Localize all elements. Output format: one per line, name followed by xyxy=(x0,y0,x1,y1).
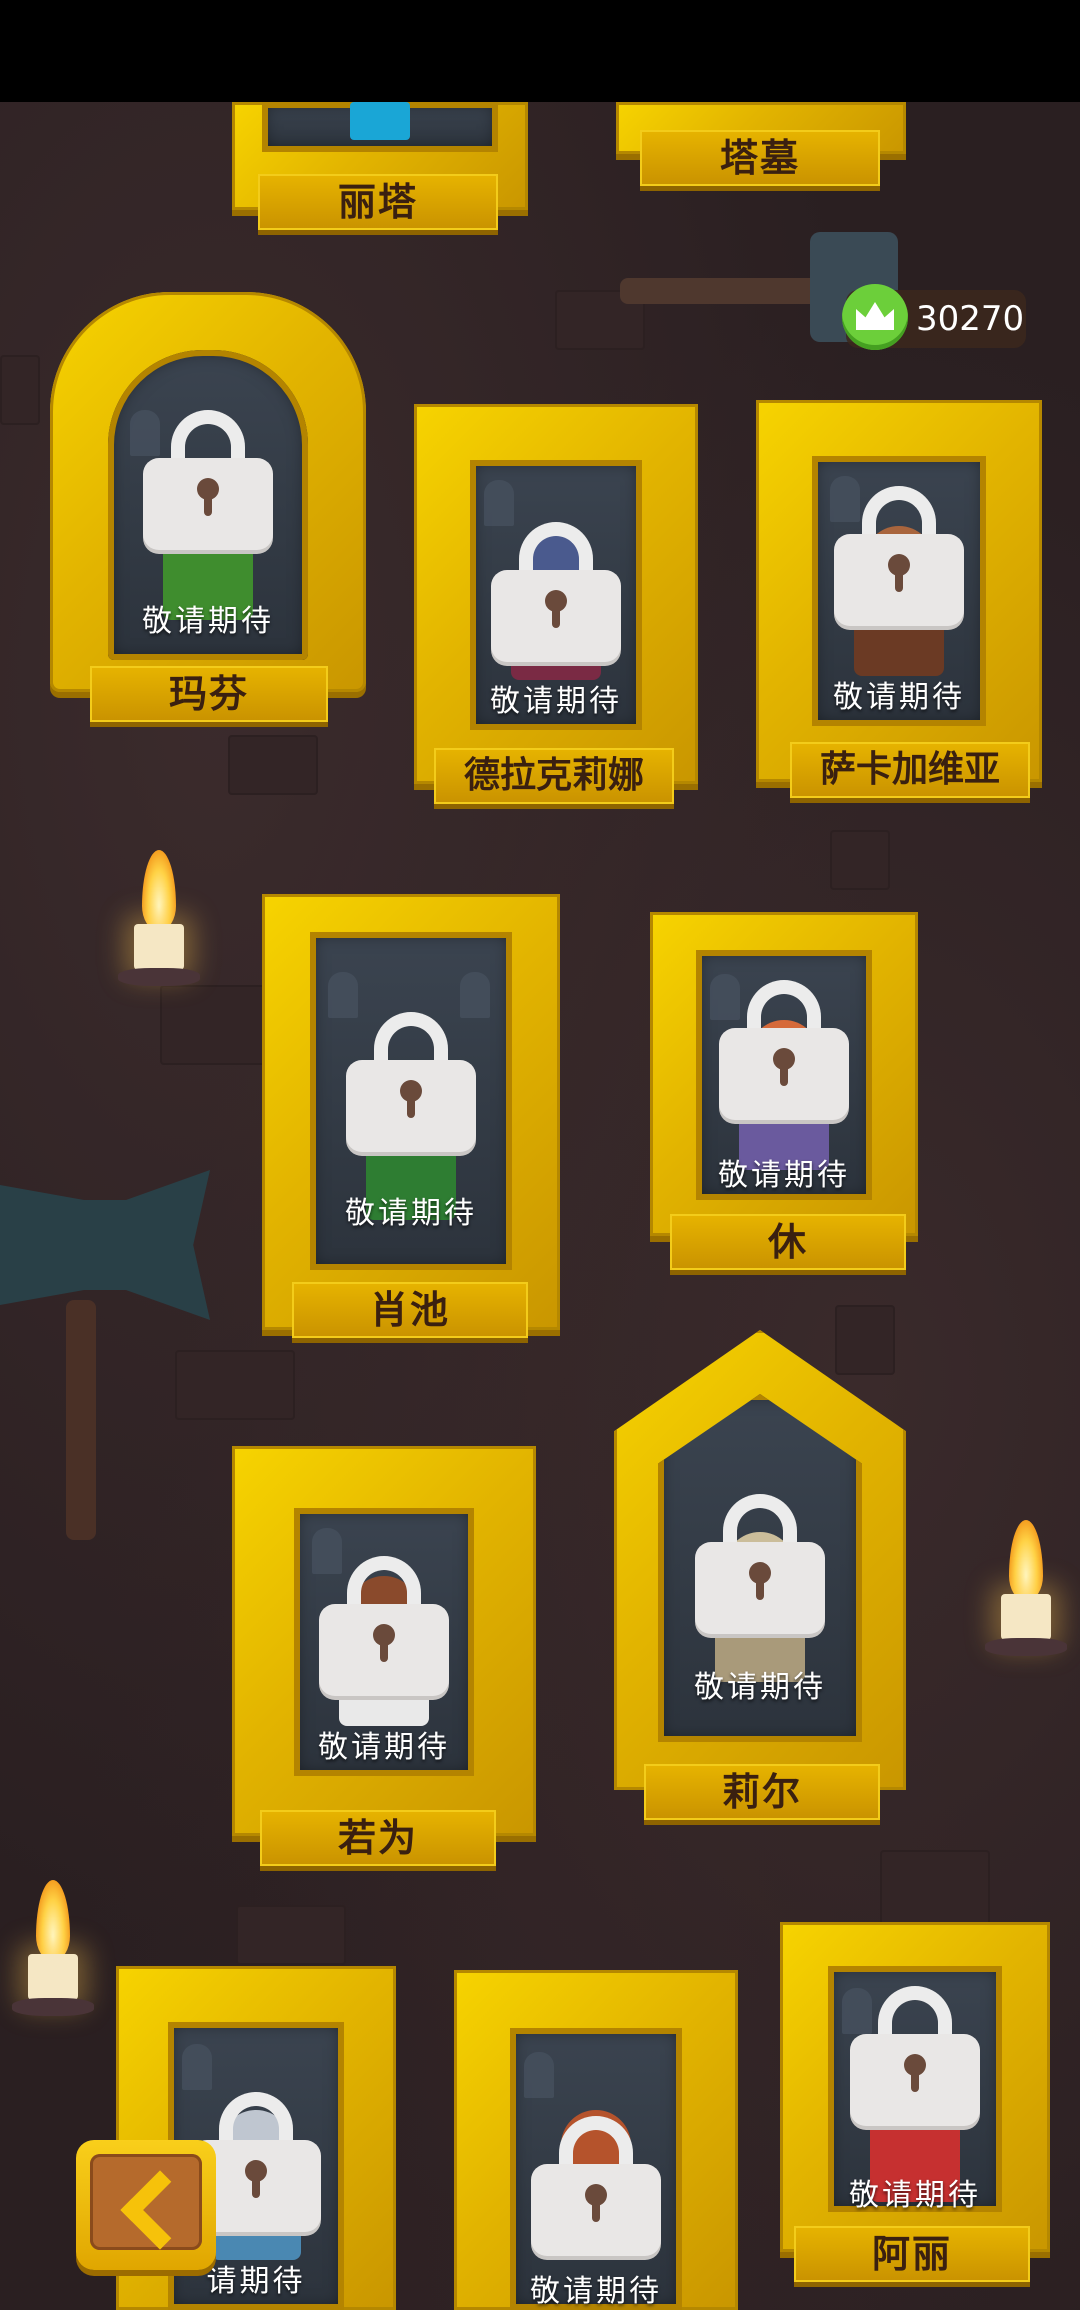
wall-brick xyxy=(236,1905,346,1965)
coming-soon-label: 敬请期待 xyxy=(345,1196,477,1231)
candle-icon xyxy=(985,1520,1067,1690)
lock-icon xyxy=(695,1494,825,1634)
portrait-mafen[interactable]: 敬请期待 xyxy=(50,292,366,692)
wall-brick xyxy=(0,355,40,425)
crown-icon xyxy=(842,284,908,350)
portrait-name: 阿丽 xyxy=(794,2226,1030,2282)
portrait-name: 德拉克莉娜 xyxy=(434,748,674,804)
coming-soon-label: 敬请期待 xyxy=(490,684,622,719)
portrait-bottom-middle[interactable]: 敬请期待 xyxy=(454,1970,738,2310)
wall-brick xyxy=(880,1850,990,1930)
portrait-name: 丽塔 xyxy=(258,174,498,230)
coming-soon-label: 敬请期待 xyxy=(530,2274,662,2309)
back-button[interactable] xyxy=(76,2140,216,2270)
lock-icon xyxy=(346,1012,476,1152)
chevron-left-icon xyxy=(120,2170,200,2250)
portrait-ali[interactable]: 敬请期待 xyxy=(780,1922,1050,2252)
lock-icon xyxy=(834,486,964,626)
portrait-ruowei[interactable]: 敬请期待 xyxy=(232,1446,536,1836)
currency-counter: 30270 xyxy=(842,284,1026,350)
lock-icon xyxy=(850,1986,980,2126)
portrait-name: 休 xyxy=(670,1214,906,1270)
portrait-lier[interactable]: 敬请期待 xyxy=(614,1330,906,1790)
portrait-name: 肖池 xyxy=(292,1282,528,1338)
axe-decoration xyxy=(0,1170,220,1550)
coming-soon-label: 敬请期待 xyxy=(694,1670,826,1705)
portrait-name: 萨卡加维亚 xyxy=(790,742,1030,798)
coming-soon-label: 敬请期待 xyxy=(142,604,274,639)
portrait-name: 玛芬 xyxy=(90,666,328,722)
coming-soon-label: 敬请期待 xyxy=(833,680,965,715)
portrait-delakelina[interactable]: 敬请期待 xyxy=(414,404,698,784)
currency-value: 30270 xyxy=(916,299,1025,339)
coming-soon-label: 敬请期待 xyxy=(849,2178,981,2212)
wall-brick xyxy=(830,830,890,890)
wall-brick xyxy=(228,735,318,795)
lock-icon xyxy=(491,522,621,662)
candle-icon xyxy=(118,850,200,1020)
lock-icon xyxy=(531,2116,661,2256)
portrait-name: 若为 xyxy=(260,1810,496,1866)
coming-soon-label: 敬请期待 xyxy=(718,1158,850,1193)
lock-icon xyxy=(319,1556,449,1696)
lock-icon xyxy=(719,980,849,1120)
gallery-wall: 丽塔 塔墓 30270 敬请期待 玛芬 敬请期待 德拉克莉娜 敬请期待 萨卡加维… xyxy=(0,0,1080,2310)
portrait-xiu[interactable]: 敬请期待 xyxy=(650,912,918,1236)
portrait-name: 塔墓 xyxy=(640,130,880,186)
coming-soon-label: 敬请期待 xyxy=(318,1730,450,1765)
lock-icon xyxy=(143,410,273,550)
status-bar xyxy=(0,0,1080,102)
portrait-xiaochi[interactable]: 敬请期待 xyxy=(262,894,560,1330)
portrait-sakajiaweiya[interactable]: 敬请期待 xyxy=(756,400,1042,782)
portrait-name: 莉尔 xyxy=(644,1764,880,1820)
candle-icon xyxy=(12,1880,94,2050)
